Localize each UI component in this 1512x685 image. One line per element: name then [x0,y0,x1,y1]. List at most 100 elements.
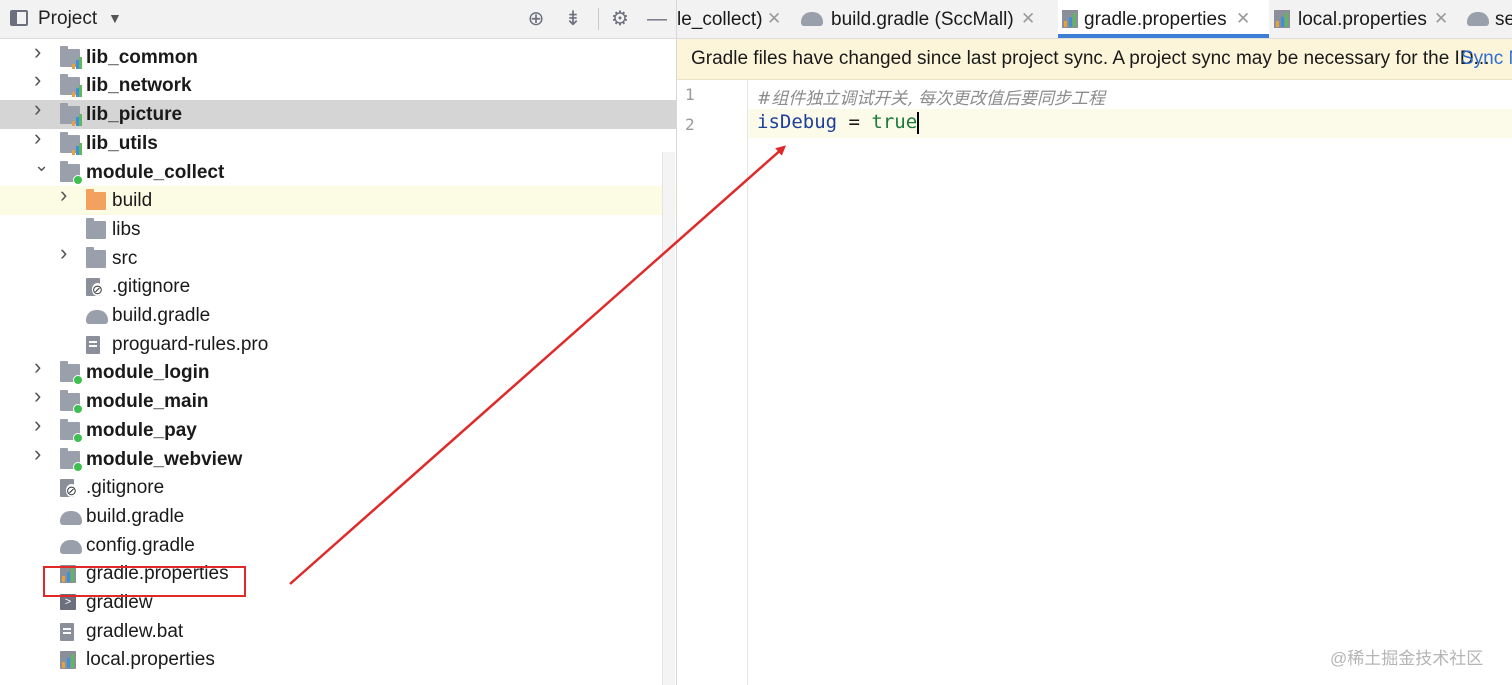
chevron-right-icon[interactable]: › [60,184,74,206]
tree-row[interactable]: › module_login [0,356,676,387]
tree-row[interactable]: config.gradle [0,531,676,560]
close-icon[interactable]: ✕ [767,9,781,29]
tab-label: se [1495,9,1512,30]
editor-tab[interactable]: se [1467,0,1512,38]
properties-icon [60,565,76,584]
project-icon [10,10,28,26]
text-caret [917,111,920,134]
chevron-right-icon[interactable]: › [34,126,48,148]
tree-row[interactable]: › module_main [0,385,676,416]
chevron-down-icon[interactable]: ⌄ [34,156,49,174]
tree-item-label: module_collect [86,161,225,183]
tree-item-label: lib_common [86,46,198,68]
gradle-icon [801,12,823,26]
editor-area: le_collect) ✕ build.gradle (SccMall) ✕ gradl… [677,0,1512,685]
tree-row[interactable]: proguard-rules.pro [0,330,676,359]
close-icon[interactable]: ✕ [1434,9,1448,29]
module-app-icon [60,447,83,472]
module-app-icon [60,390,83,415]
tree-row[interactable]: libs [0,215,676,244]
editor-tab[interactable]: le_collect) ✕ [677,0,789,38]
tab-label: local.properties [1298,9,1427,30]
tree-row[interactable]: gradle.properties [0,559,676,588]
code-line-2[interactable]: isDebug = true [757,111,920,134]
editor-tab[interactable]: gradle.properties ✕ [1058,0,1269,38]
sync-now-link[interactable]: Sync N [1461,48,1512,70]
text-file-icon [60,622,74,641]
tree-item-label: lib_network [86,75,192,97]
line-number-gutter [677,80,748,685]
chevron-right-icon[interactable]: › [60,241,74,263]
tree-row[interactable]: › lib_network [0,69,676,100]
tree-row[interactable]: › lib_common [0,40,676,72]
chevron-right-icon[interactable]: › [34,385,48,407]
property-operator: = [837,111,872,133]
chevron-right-icon[interactable]: › [34,442,48,464]
tree-item-label: lib_picture [86,104,183,126]
sync-banner-message: Gradle files have changed since last pro… [691,48,1490,69]
chevron-right-icon[interactable]: › [34,40,48,62]
chevron-down-icon[interactable]: ▼ [108,10,122,26]
watermark: @稀土掘金技术社区 [1330,649,1484,668]
tree-row[interactable]: build.gradle [0,502,676,531]
tree-item-label: .gitignore [86,477,165,499]
properties-icon [60,651,76,670]
terminal-icon: > [60,594,76,610]
editor-tab[interactable]: local.properties ✕ [1270,0,1456,38]
module-app-icon [60,418,83,443]
module-icon [60,131,82,155]
tree-row[interactable]: › lib_picture [0,98,676,130]
module-icon [60,74,82,98]
folder-icon [86,217,106,239]
close-icon[interactable]: ✕ [1021,9,1035,29]
tree-item-label: libs [112,218,141,240]
tree-item-label: gradle.properties [86,563,229,585]
tree-item-label: build [112,190,153,212]
header-divider [598,8,599,30]
minimize-icon[interactable]: — [645,7,669,31]
gradle-icon [1467,12,1489,26]
tree-row[interactable]: › build [0,184,676,216]
tree-row[interactable]: › module_webview [0,442,676,474]
tree-item-label: module_pay [86,419,197,441]
gradle-sync-banner: Gradle files have changed since last pro… [677,39,1512,80]
chevron-right-icon[interactable]: › [34,69,48,91]
module-app-icon [60,160,83,185]
code-comment: #组件独立调试开关, 每次更改值后要同步工程 [757,89,1106,109]
gradle-icon [86,310,108,324]
tree-row[interactable]: build.gradle [0,301,676,330]
ide-window: ›gradle›lib_common›lib_network›lib_pictu… [0,0,1512,685]
chevron-right-icon[interactable]: › [34,356,48,378]
tree-row[interactable]: › src [0,241,676,273]
tree-item-label: config.gradle [86,534,195,556]
project-panel-header: Project ▼ ⊕ ⇟ ⚙ — [0,0,676,39]
tree-row[interactable]: > gradlew [0,588,676,617]
tree-row[interactable]: gradlew.bat [0,617,676,646]
property-value: true [871,111,918,133]
chevron-right-icon[interactable]: › [34,413,48,435]
tree-item-label: build.gradle [112,305,211,326]
tree-scrollbar[interactable] [662,152,675,685]
tab-label: gradle.properties [1084,9,1227,30]
tree-row[interactable]: › lib_utils [0,126,676,158]
locate-icon[interactable]: ⊕ [524,7,548,31]
tab-label: le_collect) [677,9,763,30]
tree-item-label: module_main [86,391,209,413]
line-number: 2 [685,115,695,134]
close-icon[interactable]: ✕ [1236,9,1250,29]
tree-row[interactable]: ⌄ module_collect [0,156,676,187]
code-line-1[interactable]: #组件独立调试开关, 每次更改值后要同步工程 [757,84,1105,109]
project-view-selector[interactable]: Project [38,8,97,30]
tree-item-label: build.gradle [86,505,185,527]
tree-item-label: src [112,247,138,269]
tree-row[interactable]: › module_pay [0,413,676,445]
tab-label: build.gradle (SccMall) [831,9,1014,30]
editor-tab[interactable]: build.gradle (SccMall) ✕ [793,0,1055,38]
collapse-icon[interactable]: ⇟ [561,7,585,31]
gear-icon[interactable]: ⚙ [608,7,632,31]
tree-item-label: gradlew.bat [86,620,184,642]
tree-row[interactable]: .gitignore [0,272,676,301]
chevron-right-icon[interactable]: › [34,98,48,120]
tree-row[interactable]: .gitignore [0,473,676,502]
tree-row[interactable]: local.properties [0,645,676,674]
